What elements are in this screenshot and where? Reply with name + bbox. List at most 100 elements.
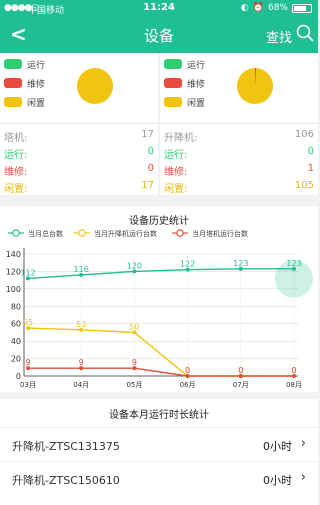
legend-idle-label: 闲置 <box>27 98 46 109</box>
lift-idle-label: 闲置: <box>164 184 188 195</box>
data-label: 112 <box>20 268 35 277</box>
lift-total: 106 <box>294 129 314 140</box>
tower-pie-idle-slice <box>77 68 113 104</box>
legend-repair-label: 维修 <box>27 79 46 90</box>
data-label: 50 <box>129 322 139 331</box>
legend-marker <box>78 229 86 237</box>
legend-repair: 维修 <box>164 77 206 90</box>
tower-crane-card[interactable]: 运行 维修 闲置 塔机: 17 运行: 0 维修: 0 闲置: 17 <box>0 53 158 195</box>
legend-label: 当月塔机运行台数 <box>192 229 248 238</box>
x-tick-label: 03月 <box>20 381 36 389</box>
alarm-icon: ⏰ <box>252 3 264 13</box>
data-label: 0 <box>185 366 190 375</box>
idle-swatch <box>164 97 182 107</box>
device-duration: 0小时 <box>263 474 292 487</box>
legend-label: 当月升降机运行台数 <box>94 229 157 238</box>
data-label: 116 <box>74 265 89 274</box>
y-tick-label: 120 <box>6 267 21 276</box>
tower-repair-label: 维修: <box>4 167 28 178</box>
battery-percent: 68% <box>267 3 288 13</box>
lift-repair: 1 <box>307 163 314 174</box>
repair-swatch <box>4 78 22 88</box>
x-tick-label: 05月 <box>126 381 142 389</box>
data-label: 0 <box>291 366 296 375</box>
lift-stats: 升降机: 106 运行: 0 维修: 1 闲置: 105 <box>164 127 314 195</box>
duration-section: 设备本月运行时长统计 升降机-ZTSC131375 0小时 › 升降机-ZTSC… <box>0 399 318 505</box>
card-separator <box>160 123 318 124</box>
y-tick-label: 0 <box>16 372 21 381</box>
chevron-right-icon: › <box>300 470 306 485</box>
data-label: 53 <box>76 320 86 329</box>
lock-icon: ◐ <box>240 3 249 13</box>
tower-running: 0 <box>147 146 154 157</box>
duration-title: 设备本月运行时长统计 <box>109 410 209 421</box>
data-label: 9 <box>79 358 84 367</box>
legend-idle: 闲置 <box>164 96 206 109</box>
legend-running-label: 运行 <box>27 60 46 71</box>
data-label: 0 <box>238 366 243 375</box>
legend-idle: 闲置 <box>4 96 46 109</box>
tower-running-label: 运行: <box>4 150 28 161</box>
lift-running-label: 运行: <box>164 150 188 161</box>
x-tick-label: 08月 <box>286 381 302 389</box>
x-tick-label: 06月 <box>180 381 196 389</box>
data-label: 9 <box>25 358 30 367</box>
series-line <box>27 268 294 280</box>
idle-swatch <box>4 97 22 107</box>
legend-repair: 维修 <box>4 77 46 90</box>
lift-repair-label: 维修: <box>164 167 188 178</box>
legend-label: 当月总台数 <box>28 229 63 238</box>
repair-swatch <box>164 78 182 88</box>
legend-marker <box>12 229 20 237</box>
device-name: 升降机-ZTSC131375 <box>12 440 120 453</box>
legend-running: 运行 <box>4 58 46 71</box>
summary-cards: 运行 维修 闲置 塔机: 17 运行: 0 维修: 0 闲置: 17 运行 维修 <box>0 53 318 195</box>
legend-repair-label: 维修 <box>187 79 206 90</box>
tower-idle-label: 闲置: <box>4 184 28 195</box>
tower-stats: 塔机: 17 运行: 0 维修: 0 闲置: 17 <box>4 127 154 195</box>
duration-row[interactable]: 升降机-ZTSC131375 0小时 › <box>0 427 318 460</box>
lift-type-label: 升降机: <box>164 133 198 144</box>
history-title: 设备历史统计 <box>129 216 189 227</box>
data-label: 55 <box>23 318 33 327</box>
tower-pie-chart <box>77 68 113 104</box>
data-label: 122 <box>180 260 195 269</box>
x-tick-label: 07月 <box>233 381 249 389</box>
lift-card[interactable]: 运行 维修 闲置 升降机: 106 运行: 0 维修: 1 闲置: 105 <box>160 53 318 195</box>
data-label: 123 <box>233 259 248 268</box>
card-separator <box>0 123 158 124</box>
device-name: 升降机-ZTSC150610 <box>12 474 120 487</box>
find-button[interactable]: 查找 <box>266 27 292 46</box>
data-label: 120 <box>127 261 142 270</box>
tower-idle: 17 <box>141 180 154 191</box>
legend-running: 运行 <box>164 58 206 71</box>
x-tick-label: 04月 <box>73 381 89 389</box>
legend-idle-label: 闲置 <box>187 98 206 109</box>
tower-total: 17 <box>141 129 154 140</box>
tower-type-label: 塔机: <box>4 133 28 144</box>
data-label: 9 <box>132 358 137 367</box>
chevron-right-icon: › <box>300 436 306 451</box>
lift-running: 0 <box>307 146 314 157</box>
nav-bar: < 设备 查找 <box>0 16 318 53</box>
lift-idle: 105 <box>294 180 314 191</box>
y-tick-label: 60 <box>11 320 21 329</box>
running-swatch <box>164 59 182 69</box>
history-chart-section: 设备历史统计 当月总台数 当月升降机运行台数 当月塔机运行台数 0 20 40 60 80 10… <box>0 206 318 392</box>
y-tick-label: 100 <box>6 285 21 294</box>
legend-marker <box>176 229 184 237</box>
y-tick-label: 140 <box>6 250 21 259</box>
y-tick-label: 80 <box>11 302 21 311</box>
search-icon[interactable] <box>296 24 314 42</box>
series-line <box>28 367 294 377</box>
tower-repair: 0 <box>147 163 154 174</box>
y-tick-label: 20 <box>11 355 21 364</box>
legend-running-label: 运行 <box>187 60 206 71</box>
y-tick-label: 40 <box>11 337 21 346</box>
history-line-chart: 当月总台数 当月升降机运行台数 当月塔机运行台数 0 20 40 60 80 100 120 140… <box>6 229 313 389</box>
tooltip-highlight <box>275 259 313 298</box>
duration-row[interactable]: 升降机-ZTSC150610 0小时 › <box>0 461 318 494</box>
running-swatch <box>4 59 22 69</box>
device-duration: 0小时 <box>263 440 292 453</box>
lift-pie-chart <box>237 67 273 104</box>
